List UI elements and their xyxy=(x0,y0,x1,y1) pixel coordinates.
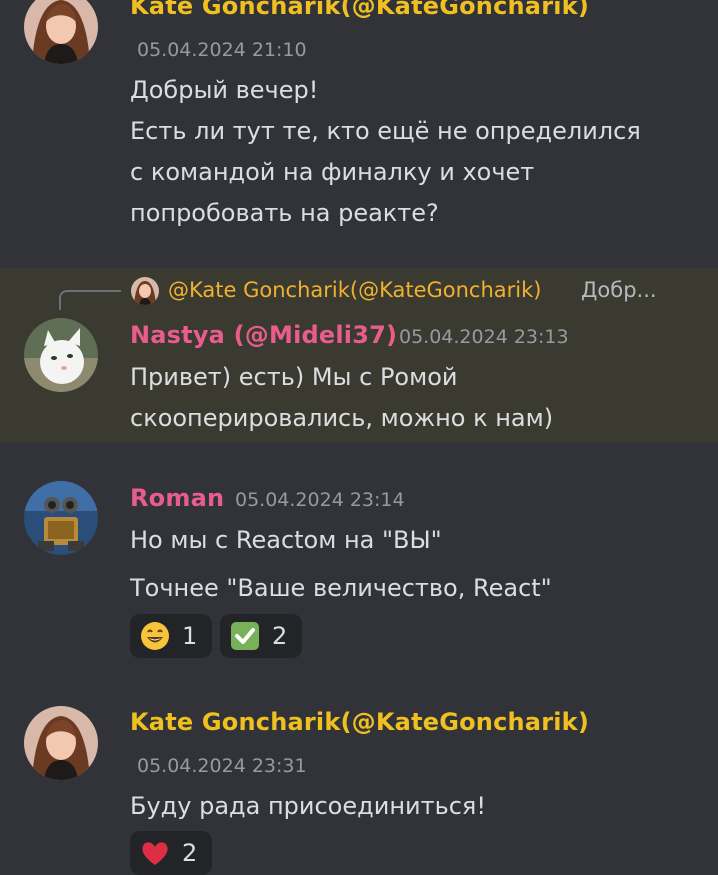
avatar-roman[interactable] xyxy=(24,481,98,555)
heart-icon xyxy=(142,842,168,865)
reaction-count: 2 xyxy=(182,839,198,867)
reply-connector xyxy=(59,290,121,310)
grinning-face-icon xyxy=(141,622,169,650)
message-timestamp: 05.04.2024 23:31 xyxy=(137,755,307,777)
reaction-count: 1 xyxy=(182,622,198,650)
message-line: Есть ли тут те, кто ещё не определился xyxy=(130,117,641,145)
reply-preview[interactable]: Добр... xyxy=(581,278,657,302)
message-timestamp: 05.04.2024 23:13 xyxy=(399,326,569,348)
message-line: Но мы с Reactом на "ВЫ" xyxy=(130,526,442,554)
message-line: попробовать на реакте? xyxy=(130,199,439,227)
message-author[interactable]: Nastya (@Mideli37) xyxy=(130,321,397,349)
message-line: скооперировались, можно к нам) xyxy=(130,404,554,432)
message-line: Привет) есть) Мы с Ромой xyxy=(130,363,458,391)
reaction-count: 2 xyxy=(272,622,288,650)
message-line: Буду рада присоединиться! xyxy=(130,792,486,820)
message-line: с командой на финалку и хочет xyxy=(130,158,535,186)
reply-author[interactable]: @Kate Goncharik(@KateGoncharik) xyxy=(168,278,541,302)
message-line: Добрый вечер! xyxy=(130,76,319,104)
reaction-heart[interactable]: 2 xyxy=(130,831,212,875)
avatar-kate[interactable] xyxy=(24,706,98,780)
message-author[interactable]: Kate Goncharik(@KateGoncharik) xyxy=(130,708,589,736)
avatar-nastya[interactable] xyxy=(24,318,98,392)
chat-message-list: Kate Goncharik(@KateGoncharik) 05.04.202… xyxy=(0,0,718,875)
message-timestamp: 05.04.2024 23:14 xyxy=(235,489,405,511)
message-author[interactable]: Kate Goncharik(@KateGoncharik) xyxy=(130,0,589,20)
reply-avatar-kate[interactable] xyxy=(131,277,159,305)
message-author[interactable]: Roman xyxy=(130,484,224,512)
reaction-grinning[interactable]: 1 xyxy=(130,614,212,658)
check-mark-icon xyxy=(231,622,259,650)
reaction-check[interactable]: 2 xyxy=(220,614,302,658)
message-line: Точнее "Ваше величество, React" xyxy=(130,574,552,602)
avatar-kate[interactable] xyxy=(24,0,98,64)
message-timestamp: 05.04.2024 21:10 xyxy=(137,39,307,61)
